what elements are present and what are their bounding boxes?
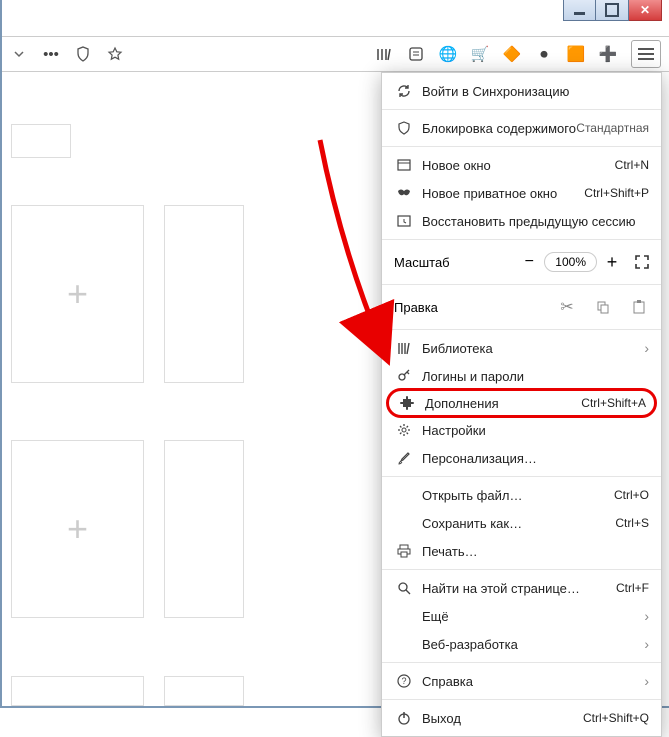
menu-edit-row: Правка ✂ bbox=[382, 289, 661, 325]
menu-exit[interactable]: Выход Ctrl+Shift+Q bbox=[382, 704, 661, 732]
chevron-right-icon: › bbox=[644, 340, 649, 356]
menu-shortcut: Ctrl+Shift+Q bbox=[583, 711, 649, 725]
menu-zoom-row: Масштаб − 100% + bbox=[382, 244, 661, 280]
menu-label: Дополнения bbox=[425, 396, 581, 411]
menu-open-file[interactable]: Открыть файл… Ctrl+O bbox=[382, 481, 661, 509]
menu-shortcut: Ctrl+S bbox=[615, 516, 649, 530]
menu-label: Справка bbox=[422, 674, 644, 689]
menu-label: Печать… bbox=[422, 544, 649, 559]
ext4-icon[interactable]: 🟧 bbox=[567, 45, 585, 63]
menu-label: Открыть файл… bbox=[422, 488, 614, 503]
window-maximize-button[interactable] bbox=[596, 0, 629, 21]
menu-label: Новое приватное окно bbox=[422, 186, 584, 201]
window-icon bbox=[394, 157, 414, 173]
menu-label: Блокировка содержимого bbox=[422, 121, 576, 136]
sync-icon bbox=[394, 83, 414, 99]
shield-icon[interactable] bbox=[74, 45, 92, 63]
menu-logins[interactable]: Логины и пароли bbox=[382, 362, 661, 390]
brush-icon bbox=[394, 450, 414, 466]
menu-shortcut: Ctrl+Shift+A bbox=[581, 396, 646, 410]
print-icon bbox=[394, 543, 414, 559]
menu-shortcut: Ctrl+Shift+P bbox=[584, 186, 649, 200]
help-icon: ? bbox=[394, 673, 414, 689]
library-icon[interactable] bbox=[375, 45, 393, 63]
mask-icon bbox=[394, 185, 414, 201]
chevron-down-icon[interactable] bbox=[10, 45, 28, 63]
menu-help[interactable]: ? Справка › bbox=[382, 667, 661, 695]
menu-shortcut: Ctrl+N bbox=[615, 158, 649, 172]
new-tab-tile[interactable] bbox=[11, 676, 144, 706]
key-icon bbox=[394, 368, 414, 384]
zoom-value[interactable]: 100% bbox=[544, 252, 597, 272]
browser-toolbar: ••• 🌐 🛒 🔶 ⏺ 🟧 ➕ bbox=[2, 36, 669, 72]
menu-label: Персонализация… bbox=[422, 451, 649, 466]
menu-find[interactable]: Найти на этой странице… Ctrl+F bbox=[382, 574, 661, 602]
paste-button[interactable] bbox=[621, 295, 657, 319]
menu-print[interactable]: Печать… bbox=[382, 537, 661, 565]
menu-label: Сохранить как… bbox=[422, 516, 615, 531]
menu-label: Восстановить предыдущую сессию bbox=[422, 214, 649, 229]
zoom-label: Масштаб bbox=[394, 255, 514, 270]
svg-text:?: ? bbox=[401, 676, 406, 686]
menu-label: Ещё bbox=[422, 609, 644, 624]
menu-label: Библиотека bbox=[422, 341, 644, 356]
menu-status: Стандартная bbox=[576, 121, 649, 135]
menu-library[interactable]: Библиотека › bbox=[382, 334, 661, 362]
edit-label: Правка bbox=[394, 300, 549, 315]
menu-addons[interactable]: Дополнения Ctrl+Shift+A bbox=[386, 388, 657, 418]
menu-content-blocking[interactable]: Блокировка содержимого Стандартная bbox=[382, 114, 661, 142]
menu-webdev[interactable]: Веб-разработка › bbox=[382, 630, 661, 658]
menu-sync[interactable]: Войти в Синхронизацию bbox=[382, 77, 661, 105]
app-menu-button[interactable] bbox=[631, 40, 661, 68]
shield-icon bbox=[394, 120, 414, 136]
search-icon bbox=[394, 580, 414, 596]
chevron-right-icon: › bbox=[644, 673, 649, 689]
puzzle-icon bbox=[397, 395, 417, 411]
new-tab-tile[interactable]: + bbox=[11, 205, 144, 383]
menu-label: Настройки bbox=[422, 423, 649, 438]
gear-icon bbox=[394, 422, 414, 438]
new-tab-tile[interactable] bbox=[164, 440, 244, 618]
top-site-tile[interactable] bbox=[11, 124, 71, 158]
ext1-icon[interactable]: 🌐 bbox=[439, 45, 457, 63]
menu-shortcut: Ctrl+O bbox=[614, 488, 649, 502]
window-minimize-button[interactable] bbox=[563, 0, 596, 21]
menu-label: Логины и пароли bbox=[422, 369, 649, 384]
new-tab-tile[interactable] bbox=[164, 205, 244, 383]
menu-label: Веб-разработка bbox=[422, 637, 644, 652]
ext3-icon[interactable]: ⏺ bbox=[535, 45, 553, 63]
cut-button[interactable]: ✂ bbox=[549, 295, 585, 319]
restore-icon bbox=[394, 213, 414, 229]
menu-label: Найти на этой странице… bbox=[422, 581, 616, 596]
bookmark-star-icon[interactable] bbox=[106, 45, 124, 63]
menu-shortcut: Ctrl+F bbox=[616, 581, 649, 595]
menu-label: Новое окно bbox=[422, 158, 615, 173]
menu-restore-session[interactable]: Восстановить предыдущую сессию bbox=[382, 207, 661, 235]
menu-label: Выход bbox=[422, 711, 583, 726]
library-icon bbox=[394, 340, 414, 356]
menu-new-private[interactable]: Новое приватное окно Ctrl+Shift+P bbox=[382, 179, 661, 207]
copy-button[interactable] bbox=[585, 295, 621, 319]
chevron-right-icon: › bbox=[644, 608, 649, 624]
menu-more[interactable]: Ещё › bbox=[382, 602, 661, 630]
zoom-out-button[interactable]: − bbox=[514, 250, 544, 274]
menu-personalize[interactable]: Персонализация… bbox=[382, 444, 661, 472]
ext5-icon[interactable]: ➕ bbox=[599, 45, 617, 63]
menu-label: Войти в Синхронизацию bbox=[422, 84, 649, 99]
menu-new-window[interactable]: Новое окно Ctrl+N bbox=[382, 151, 661, 179]
app-menu: Войти в Синхронизацию Блокировка содержи… bbox=[381, 72, 662, 737]
fullscreen-button[interactable] bbox=[627, 250, 657, 274]
window-close-button[interactable] bbox=[629, 0, 662, 21]
ext2-icon[interactable]: 🔶 bbox=[503, 45, 521, 63]
chevron-right-icon: › bbox=[644, 636, 649, 652]
reader-icon[interactable] bbox=[407, 45, 425, 63]
cart-icon[interactable]: 🛒 bbox=[471, 45, 489, 63]
menu-settings[interactable]: Настройки bbox=[382, 416, 661, 444]
new-tab-tile[interactable]: + bbox=[11, 440, 144, 618]
power-icon bbox=[394, 710, 414, 726]
new-tab-tile[interactable] bbox=[164, 676, 244, 706]
menu-save-as[interactable]: Сохранить как… Ctrl+S bbox=[382, 509, 661, 537]
more-icon[interactable]: ••• bbox=[42, 45, 60, 63]
zoom-in-button[interactable]: + bbox=[597, 250, 627, 274]
